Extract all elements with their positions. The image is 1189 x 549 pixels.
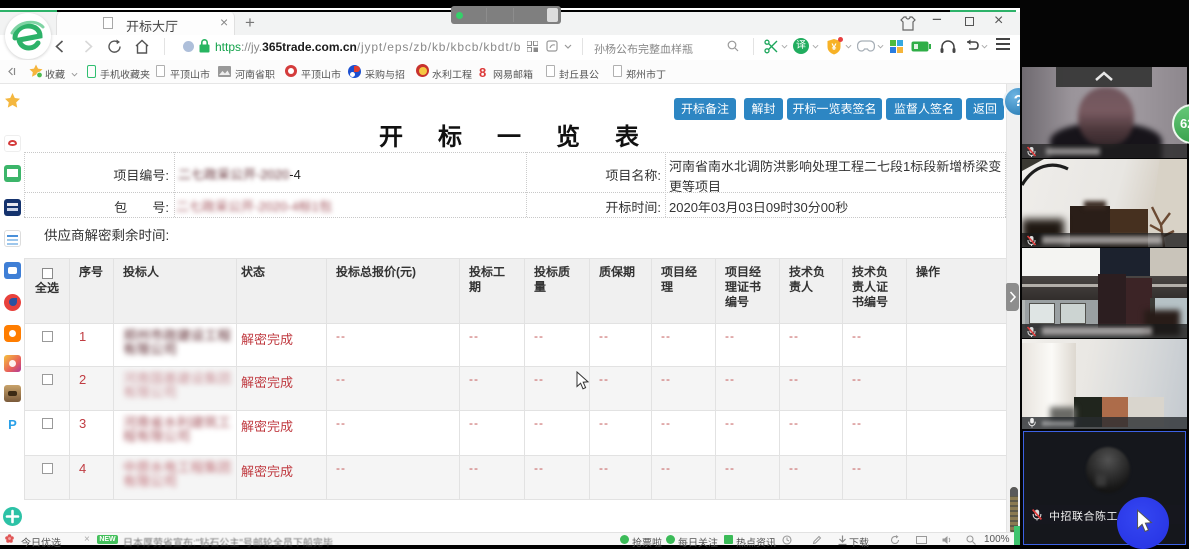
svg-text:¥: ¥ [831, 42, 836, 52]
